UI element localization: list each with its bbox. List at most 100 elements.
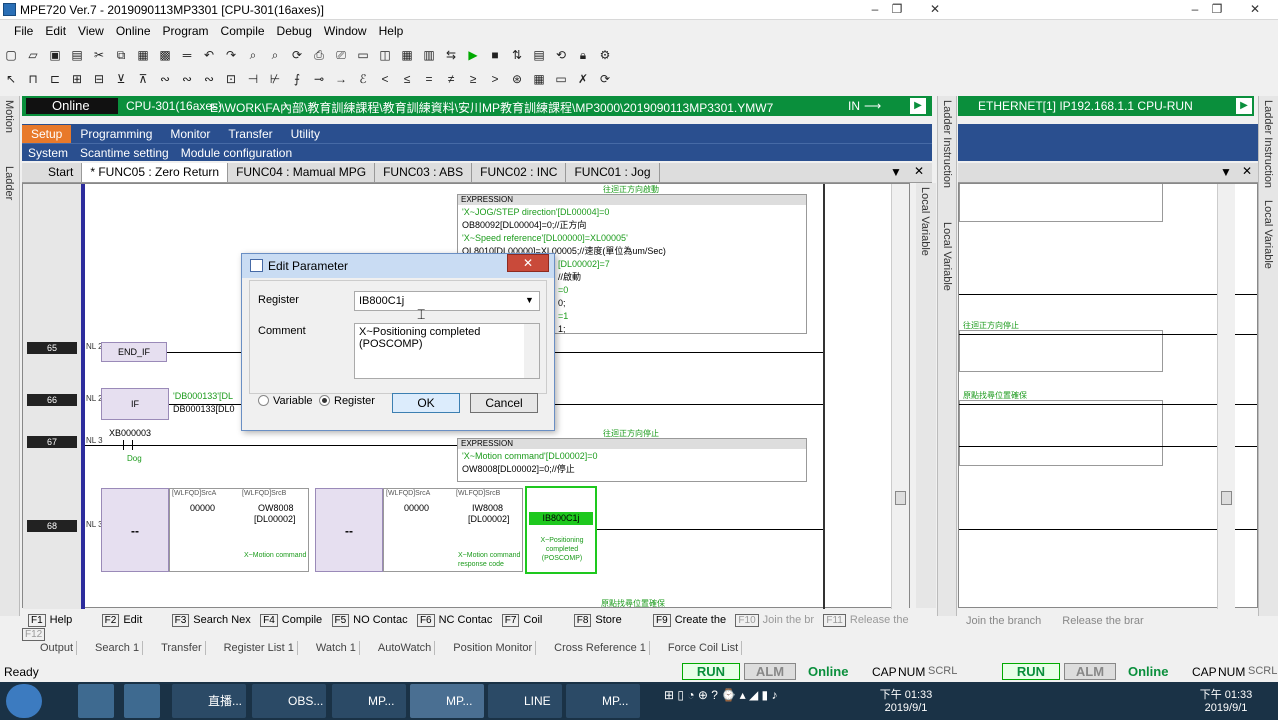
play-icon-2[interactable]: ▶ [1236,98,1252,114]
scroll-thumb[interactable] [895,491,906,505]
save-all-icon[interactable]: ▤ [68,47,86,63]
rung-number[interactable]: 67 [27,436,77,448]
link3-icon[interactable]: ∾ [200,71,218,87]
menu-window[interactable]: Window [318,21,373,41]
no-contact-icon[interactable]: ⊣ [244,71,262,87]
fkey-f11[interactable]: F11 Release the [823,614,909,627]
dialog-close-button[interactable]: ✕ [507,254,549,272]
doctab-func01[interactable]: FUNC01 : Jog [566,163,660,182]
right-scrollbar[interactable] [1217,184,1235,609]
fkey-f8[interactable]: F8 Store [573,614,622,627]
refresh-icon[interactable]: ⟲ [552,47,570,63]
fkey-f10[interactable]: F10 Join the br [735,614,814,627]
comment-textarea[interactable]: X~Positioning completed (POSCOMP) [354,323,540,379]
clock-2[interactable]: 下午 01:33 2019/9/1 [1196,686,1256,714]
rung-number[interactable]: 66 [27,394,77,406]
fkey-f3[interactable]: F3 Search Nex [171,614,251,627]
tab-transfer[interactable]: Transfer [219,125,281,143]
fkey-f4[interactable]: F4 Compile [260,614,322,627]
ladder-side-tab[interactable]: Ladder [3,166,15,200]
compile-icon[interactable]: ▥ [420,47,438,63]
open-icon[interactable]: ▱ [24,47,42,63]
play-icon[interactable]: ▶ [910,98,926,114]
expression-icon[interactable]: ℰ [354,71,372,87]
rung-number[interactable]: 65 [27,342,77,354]
menu-help[interactable]: Help [373,21,410,41]
start-button[interactable] [6,684,42,718]
coil-icon[interactable]: ⊏ [46,71,64,87]
eq-icon[interactable]: = [420,71,438,87]
merge-icon[interactable]: ⊻ [112,71,130,87]
scroll-thumb-2[interactable] [1221,491,1232,505]
settings-icon[interactable]: ⚙ [596,47,614,63]
compare-block-2[interactable]: -- [315,488,383,572]
taskbar-item-obs[interactable]: OBS... [252,684,326,718]
connect-icon[interactable]: ⇆ [442,47,460,63]
redo-icon[interactable]: ↷ [222,47,240,63]
fkey-f7[interactable]: F7 Coil [501,614,542,627]
window-icon[interactable]: ▭ [354,47,372,63]
coil-selected[interactable]: IB800C1j X~Positioning completed (POSCOM… [525,486,597,574]
doctab-func04[interactable]: FUNC04 : Mamual MPG [228,163,376,182]
undo-icon[interactable]: ↶ [200,47,218,63]
doctab-func05[interactable]: * FUNC05 : Zero Return [82,163,229,182]
split2-icon[interactable]: ⊼ [134,71,152,87]
tab-dropdown-icon-2[interactable]: ▼ [1220,165,1232,179]
tab-cross-reference[interactable]: Cross Reference 1 [536,641,650,655]
ge-icon[interactable]: ≥ [464,71,482,87]
select-icon[interactable]: ↖ [2,71,20,87]
tab-output[interactable]: Output [22,641,78,655]
tab-programming[interactable]: Programming [71,125,161,143]
tab-transfer-pane[interactable]: Transfer [143,641,206,655]
menu-online[interactable]: Online [110,21,157,41]
split-icon[interactable]: ◫ [376,47,394,63]
box-icon[interactable]: ▭ [552,71,570,87]
lock-icon[interactable]: 🔒︎ [574,47,592,63]
vertical-scrollbar[interactable] [891,184,909,609]
taskbar-item-pdf[interactable]: MP... [566,684,640,718]
grid-icon[interactable]: ▩ [156,47,174,63]
menu-debug[interactable]: Debug [271,21,318,41]
fkey-f2[interactable]: F2 Edit [101,614,142,627]
cut-icon[interactable]: ✂ [90,47,108,63]
preview-icon[interactable]: ⎚ [332,47,350,63]
menu-edit[interactable]: Edit [39,21,72,41]
variable-radio[interactable] [258,395,269,406]
stop-icon[interactable]: ■ [486,47,504,63]
tab-autowatch[interactable]: AutoWatch [360,641,436,655]
find-icon[interactable]: ⌕ [244,47,262,63]
register-combobox[interactable]: IB800C1j ▼ [354,291,540,311]
expression-block-2[interactable]: EXPRESSION 'X~Motion command'[DL00002]=0… [457,438,807,482]
paste-icon[interactable]: ▦ [134,47,152,63]
close-button-2[interactable]: ✕ [1238,0,1272,19]
subtab-system[interactable]: System [22,144,74,162]
print-icon[interactable]: ⎙ [310,47,328,63]
le-icon[interactable]: ≤ [398,71,416,87]
block-icon[interactable]: ⊞ [68,71,86,87]
close-button[interactable]: ✕ [918,0,952,19]
menu-program[interactable]: Program [157,21,215,41]
subtab-module[interactable]: Module configuration [175,144,298,162]
fkey-f6[interactable]: F6 NC Contac [416,614,492,627]
tab-dropdown-icon[interactable]: ▼ [890,165,902,179]
end-if-block[interactable]: END_IF [101,342,167,362]
compare-block-1[interactable]: -- [101,488,169,572]
local-variable-tab[interactable]: Local Variable [941,222,953,291]
fkey-f5[interactable]: F5 NO Contac [331,614,408,627]
ladder-instruction-tab[interactable]: Ladder Instruction [941,100,953,188]
tab-force-coil[interactable]: Force Coil List [650,641,743,655]
paint-taskbar-icon[interactable] [124,684,160,718]
menu-compile[interactable]: Compile [215,21,271,41]
taskbar-item-mpe720[interactable]: MP... [410,684,484,718]
register-radio[interactable] [319,395,330,406]
transfer-icon[interactable]: ⇅ [508,47,526,63]
comment-scrollbar[interactable] [524,324,539,378]
tab-position-monitor[interactable]: Position Monitor [435,641,537,655]
doctab-start[interactable]: Start [40,163,83,182]
fkey-join-branch[interactable]: Join the branch [966,615,1041,627]
local-variable-tab-2[interactable]: Local Variable [919,187,931,256]
menu-view[interactable]: View [72,21,110,41]
link-icon[interactable]: ∾ [156,71,174,87]
cross-icon[interactable]: ✗ [574,71,592,87]
compare-operands-1[interactable]: [WLFQD]SrcA [WLFQD]SrcB 00000 OW8008 [DL… [169,488,309,572]
